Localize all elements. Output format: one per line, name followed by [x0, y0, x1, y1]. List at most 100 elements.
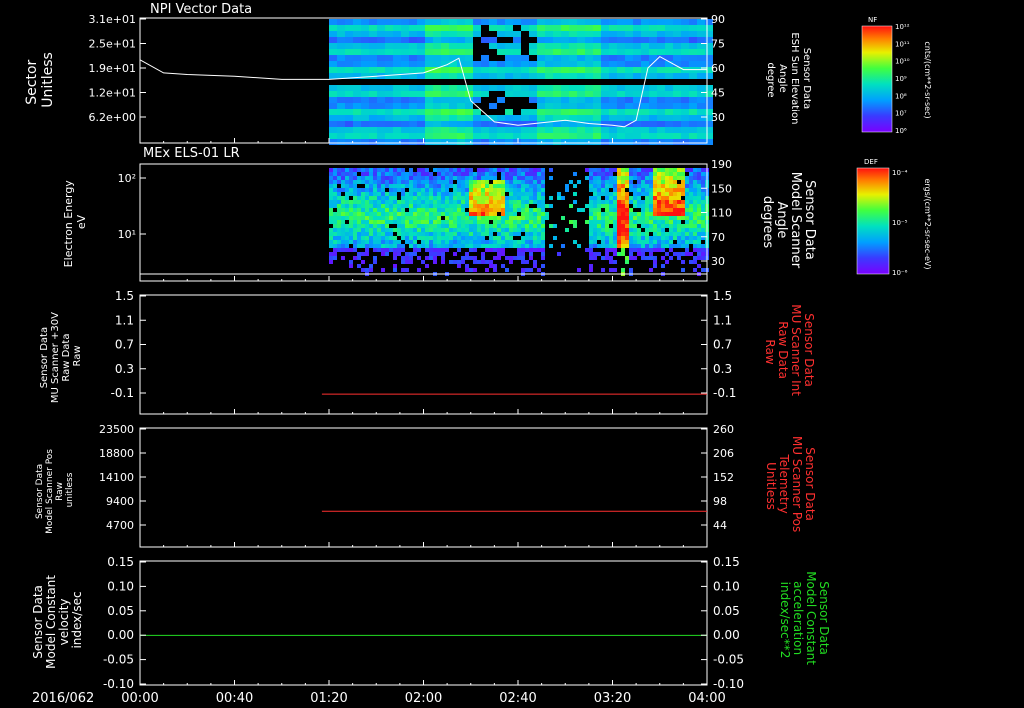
heatmap-cell — [525, 188, 529, 192]
heatmap-cell — [685, 224, 689, 228]
heatmap-cell — [573, 184, 577, 188]
heatmap-cell — [453, 240, 457, 244]
heatmap-cell — [369, 127, 377, 133]
heatmap-cell — [473, 256, 477, 260]
heatmap-cell — [633, 216, 637, 220]
heatmap-cell — [545, 49, 553, 55]
heatmap-cell — [625, 31, 633, 37]
heatmap-cell — [337, 232, 341, 236]
heatmap-cell — [329, 85, 337, 91]
heatmap-cell — [405, 212, 409, 216]
heatmap-cell — [661, 176, 665, 180]
heatmap-cell — [621, 252, 625, 256]
heatmap-cell — [589, 248, 593, 252]
heatmap-cell — [637, 192, 641, 196]
heatmap-cell — [633, 133, 641, 139]
heatmap-cell — [577, 61, 585, 67]
heatmap-cell — [669, 176, 673, 180]
heatmap-cell — [433, 204, 437, 208]
heatmap-cell — [665, 37, 673, 43]
heatmap-cell — [409, 49, 417, 55]
heatmap-cell — [353, 67, 361, 73]
heatmap-cell — [649, 109, 657, 115]
heatmap-cell — [657, 37, 665, 43]
heatmap-cell — [649, 196, 653, 200]
heatmap-cell — [405, 196, 409, 200]
heatmap-cell — [593, 212, 597, 216]
heatmap-cell — [641, 121, 649, 127]
heatmap-cell — [329, 184, 333, 188]
heatmap-cell — [701, 196, 705, 200]
heatmap-cell — [477, 228, 481, 232]
heatmap-cell — [361, 61, 369, 67]
heatmap-cell — [381, 180, 385, 184]
heatmap-cell — [425, 240, 429, 244]
heatmap-cell — [369, 220, 373, 224]
heatmap-cell — [397, 172, 401, 176]
date-label: 2016/062 — [32, 691, 94, 706]
heatmap-cell — [633, 176, 637, 180]
heatmap-cell — [385, 224, 389, 228]
heatmap-cell — [401, 43, 409, 49]
heatmap-cell — [589, 200, 593, 204]
heatmap-cell — [633, 228, 637, 232]
heatmap-cell — [701, 244, 705, 248]
panel-title-els: MEx ELS-01 LR — [143, 146, 240, 161]
heatmap-cell — [665, 244, 669, 248]
heatmap-cell — [333, 204, 337, 208]
axis-tick-label: 0.7 — [115, 338, 134, 352]
heatmap-cell — [361, 133, 369, 139]
heatmap-cell — [649, 244, 653, 248]
heatmap-cell — [433, 220, 437, 224]
heatmap-cell — [449, 216, 453, 220]
heatmap-cell — [609, 232, 613, 236]
heatmap-cell — [449, 240, 453, 244]
heatmap-cell — [669, 208, 673, 212]
heatmap-cell — [449, 85, 457, 91]
heatmap-cell — [369, 103, 377, 109]
heatmap-cell — [469, 172, 473, 176]
heatmap-cell — [333, 232, 337, 236]
heatmap-cell — [365, 244, 369, 248]
heatmap-cell — [625, 192, 629, 196]
heatmap-cell — [481, 220, 485, 224]
heatmap-cell — [689, 172, 693, 176]
heatmap-cell — [689, 236, 693, 240]
heatmap-cell — [361, 252, 365, 256]
heatmap-cell — [689, 196, 693, 200]
heatmap-cell — [397, 188, 401, 192]
heatmap-cell — [673, 49, 681, 55]
heatmap-cell — [349, 192, 353, 196]
heatmap-cell — [593, 224, 597, 228]
heatmap-cell — [641, 97, 649, 103]
heatmap-cell — [509, 224, 513, 228]
heatmap-cell — [589, 264, 593, 268]
heatmap-cell — [689, 55, 697, 61]
heatmap-cell — [673, 200, 677, 204]
heatmap-cell — [501, 196, 505, 200]
heatmap-cell — [665, 232, 669, 236]
heatmap-cell — [593, 252, 597, 256]
heatmap-cell — [389, 168, 393, 172]
heatmap-cell — [457, 133, 465, 139]
heatmap-cell — [593, 200, 597, 204]
heatmap-cell — [537, 220, 541, 224]
heatmap-cell — [437, 252, 441, 256]
heatmap-cell — [469, 256, 473, 260]
heatmap-cell — [545, 67, 553, 73]
heatmap-cell — [593, 37, 601, 43]
heatmap-cell — [353, 172, 357, 176]
heatmap-cell — [453, 216, 457, 220]
heatmap-cell — [461, 196, 465, 200]
heatmap-cell — [445, 228, 449, 232]
heatmap-cell — [593, 73, 601, 79]
heatmap-cell — [485, 188, 489, 192]
heatmap-cell — [425, 212, 429, 216]
heatmap-cell — [525, 212, 529, 216]
heatmap-cell — [625, 49, 633, 55]
heatmap-cell — [329, 212, 333, 216]
heatmap-cell — [473, 236, 477, 240]
heatmap-cell — [665, 192, 669, 196]
heatmap-cell — [529, 97, 537, 103]
heatmap-cell — [481, 208, 485, 212]
